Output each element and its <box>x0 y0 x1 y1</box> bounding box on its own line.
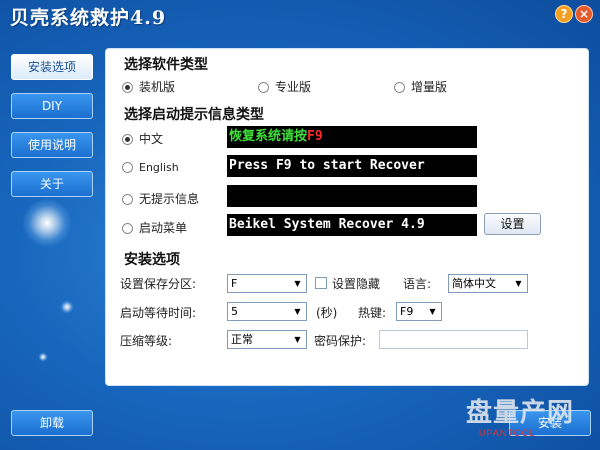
compression-label: 压缩等级: <box>120 334 173 348</box>
preview-english: Press F9 to start Recover <box>227 155 477 177</box>
radio-prompt-none[interactable]: 无提示信息 <box>122 190 199 207</box>
radio-icon <box>258 82 269 93</box>
wait-time-select[interactable]: 5 ▼ <box>227 302 307 321</box>
password-label: 密码保护: <box>314 334 367 348</box>
chevron-down-icon: ▼ <box>515 279 522 288</box>
radio-prompt-chinese[interactable]: 中文 <box>122 130 163 147</box>
save-partition-select[interactable]: F ▼ <box>227 274 307 293</box>
uninstall-button[interactable]: 卸载 <box>11 410 93 436</box>
radio-prompt-english[interactable]: English <box>122 160 179 174</box>
language-label: 语言: <box>403 277 432 291</box>
radio-software-pro[interactable]: 专业版 <box>258 78 311 95</box>
hotkey-select[interactable]: F9 ▼ <box>396 302 442 321</box>
radio-icon <box>122 162 133 173</box>
install-options-heading: 安装选项 <box>124 252 180 268</box>
hide-setting-checkbox[interactable] <box>315 277 327 289</box>
sparkle-decoration <box>22 198 72 248</box>
nav-usage-guide[interactable]: 使用说明 <box>11 132 93 158</box>
help-button[interactable]: ? <box>555 5 573 23</box>
nav-install-options[interactable]: 安装选项 <box>11 54 93 80</box>
password-field[interactable] <box>379 330 528 349</box>
watermark-subtext: UPANTOOL <box>479 428 536 438</box>
save-partition-label: 设置保存分区: <box>120 277 197 291</box>
watermark-logo: 盘量产网 <box>466 398 575 428</box>
radio-icon <box>122 194 133 205</box>
radio-icon <box>394 82 405 93</box>
window-title: 贝壳系统救护4.9 <box>10 7 167 29</box>
radio-prompt-menu[interactable]: 启动菜单 <box>122 219 187 236</box>
radio-icon <box>122 223 133 234</box>
chevron-down-icon: ▼ <box>429 307 436 316</box>
sparkle-decoration <box>38 352 48 362</box>
title-bar: 贝壳系统救护4.9 ? × <box>0 0 600 34</box>
nav-diy[interactable]: DIY <box>11 93 93 119</box>
menu-settings-button[interactable]: 设置 <box>484 213 541 235</box>
radio-software-incremental[interactable]: 增量版 <box>394 78 447 95</box>
preview-menu: Beikel System Recover 4.9 <box>227 214 477 236</box>
language-select[interactable]: 简体中文 ▼ <box>448 274 528 293</box>
chevron-down-icon: ▼ <box>294 279 301 288</box>
preview-chinese: 恢复系统请按F9 <box>227 126 477 148</box>
main-panel: 选择软件类型 装机版 专业版 增量版 选择启动提示信息类型 中文 恢复系统请按F… <box>105 48 589 386</box>
radio-icon <box>122 82 133 93</box>
sparkle-decoration <box>60 300 74 314</box>
hotkey-label: 热键: <box>358 306 387 320</box>
preview-none <box>227 185 477 207</box>
seconds-label: (秒) <box>316 306 338 320</box>
close-button[interactable]: × <box>575 5 593 23</box>
nav-about[interactable]: 关于 <box>11 171 93 197</box>
radio-icon <box>122 134 133 145</box>
hide-setting-label: 设置隐藏 <box>332 277 381 291</box>
radio-software-install[interactable]: 装机版 <box>122 78 175 95</box>
boot-prompt-heading: 选择启动提示信息类型 <box>124 107 264 123</box>
chevron-down-icon: ▼ <box>294 307 301 316</box>
wait-time-label: 启动等待时间: <box>120 306 197 320</box>
software-type-heading: 选择软件类型 <box>124 57 208 73</box>
chevron-down-icon: ▼ <box>294 335 301 344</box>
compression-select[interactable]: 正常 ▼ <box>227 330 307 349</box>
